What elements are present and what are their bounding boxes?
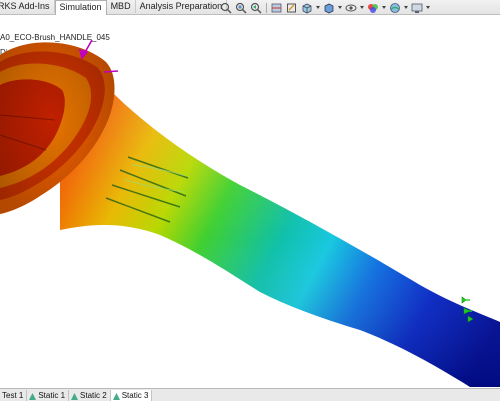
zoom-to-fit-icon[interactable] [220, 2, 232, 14]
heads-up-view-toolbar [220, 1, 430, 14]
zoom-area-icon[interactable] [235, 2, 247, 14]
study-tab-label: Static 2 [80, 390, 107, 400]
chevron-down-icon[interactable] [338, 6, 342, 9]
display-style-icon[interactable] [323, 2, 335, 14]
chevron-down-icon[interactable] [360, 6, 364, 9]
static-study-icon [112, 392, 120, 400]
dynamic-annotation-icon[interactable] [286, 2, 298, 14]
study-tab-test-1[interactable]: Test 1 [0, 389, 28, 401]
edit-appearance-icon[interactable] [367, 2, 379, 14]
view-settings-icon[interactable] [411, 2, 423, 14]
previous-view-icon[interactable] [250, 2, 262, 14]
tab-simulation[interactable]: Simulation [54, 0, 107, 15]
section-view-icon[interactable] [271, 2, 283, 14]
study-tab-static-1[interactable]: Static 1 [27, 389, 70, 401]
hide-show-items-icon[interactable] [345, 2, 357, 14]
tab-mbd[interactable]: MBD [107, 0, 136, 13]
toolbar-separator [266, 2, 267, 13]
study-tab-static-2[interactable]: Static 2 [69, 389, 111, 401]
study-tabs-bar: Test 1 Static 1 Static 2 Static 3 [0, 388, 500, 401]
tab-addins[interactable]: RKS Add-Ins [0, 0, 55, 13]
study-tab-static-3[interactable]: Static 3 [110, 389, 153, 401]
chevron-down-icon[interactable] [316, 6, 320, 9]
chevron-down-icon[interactable] [382, 6, 386, 9]
chevron-down-icon[interactable] [404, 6, 408, 9]
tab-analysis-preparation[interactable]: Analysis Preparation [136, 0, 228, 13]
displacement-plot-model[interactable] [0, 15, 500, 387]
study-tab-label: Test 1 [2, 390, 24, 400]
static-study-icon [29, 392, 37, 400]
view-orientation-icon[interactable] [301, 2, 313, 14]
study-tab-label: Static 3 [121, 390, 149, 400]
apply-scene-icon[interactable] [389, 2, 401, 14]
chevron-down-icon[interactable] [426, 6, 430, 9]
graphics-area[interactable]: A0_ECO-Brush_HANDLE_045 Displacement1 [0, 15, 500, 387]
static-study-icon [71, 392, 79, 400]
study-tab-label: Static 1 [38, 390, 66, 400]
